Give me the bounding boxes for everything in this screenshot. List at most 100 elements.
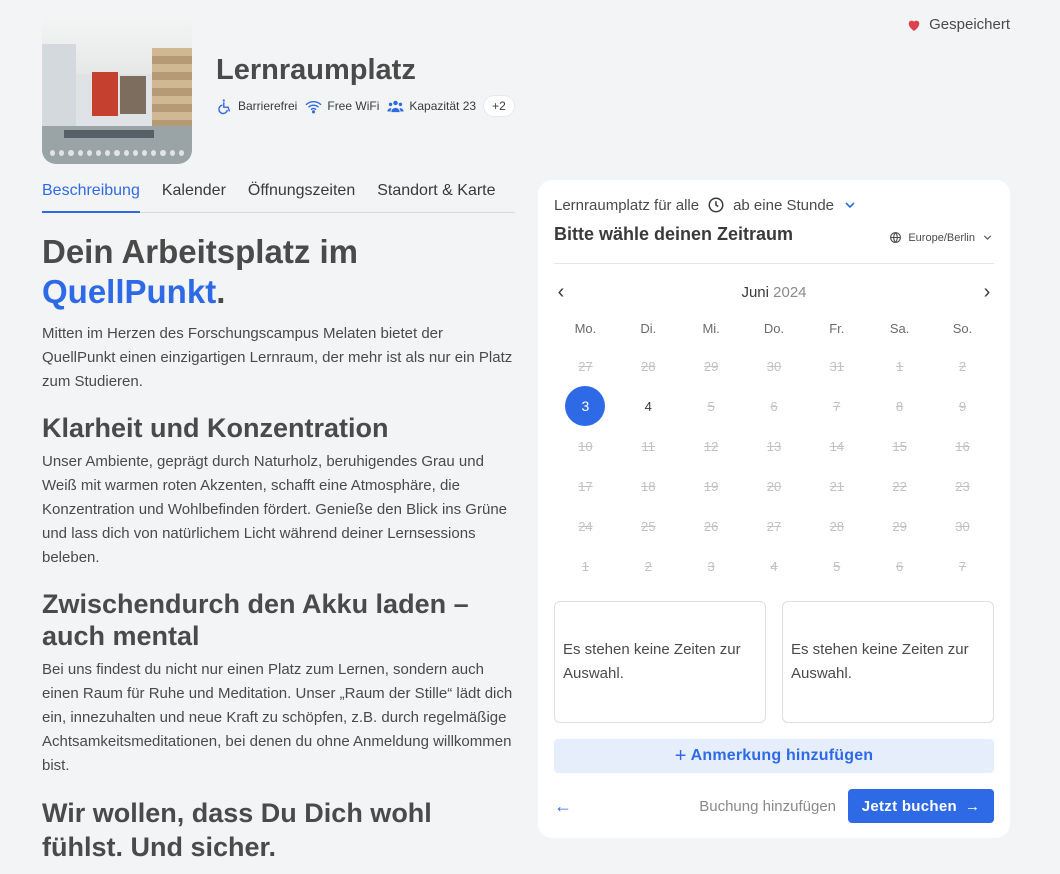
main-heading: Dein Arbeitsplatz im QuellPunkt. bbox=[42, 233, 358, 310]
timezone-selector[interactable]: Europe/Berlin bbox=[889, 231, 994, 244]
section-paragraph-recharge: Bei uns findest du nicht nur einen Platz… bbox=[42, 661, 513, 774]
weekday-header: Mi. bbox=[702, 321, 720, 336]
calendar-day: 17 bbox=[578, 478, 593, 494]
plus-icon: + bbox=[674, 744, 687, 767]
feature-capacity: Kapazität 23 bbox=[387, 98, 476, 115]
calendar-day: 30 bbox=[766, 358, 782, 374]
clock-icon bbox=[708, 197, 724, 213]
calendar-day: 8 bbox=[896, 398, 904, 414]
calendar-day: 22 bbox=[892, 478, 907, 494]
calendar-day: 15 bbox=[892, 438, 907, 454]
offer-selector[interactable]: Lernraumplatz für alle ab eine Stunde bbox=[554, 196, 858, 214]
calendar-day: 31 bbox=[829, 358, 845, 374]
section-paragraph-clarity: Unser Ambiente, geprägt durch Naturholz,… bbox=[42, 453, 507, 566]
time-slot-panel: Es stehen keine Zeiten zur Auswahl. bbox=[554, 601, 766, 723]
tab-calendar[interactable]: Kalender bbox=[162, 182, 226, 213]
calendar-day: 6 bbox=[896, 558, 904, 574]
calendar-day: 14 bbox=[829, 438, 845, 454]
tab-bar: Beschreibung Kalender Öffnungszeiten Sta… bbox=[42, 182, 515, 213]
weekday-header: Do. bbox=[763, 321, 785, 336]
calendar-day: 16 bbox=[955, 438, 970, 454]
weekday-header: Fr. bbox=[829, 321, 845, 336]
calendar-day: 7 bbox=[958, 558, 967, 574]
calendar-day: 23 bbox=[955, 478, 970, 494]
calendar-day: 9 bbox=[958, 398, 967, 414]
calendar-day: 27 bbox=[766, 518, 782, 534]
timezone-label: Europe/Berlin bbox=[908, 231, 975, 244]
calendar-day: 28 bbox=[641, 358, 656, 374]
heart-icon bbox=[908, 20, 920, 31]
tab-description[interactable]: Beschreibung bbox=[42, 182, 140, 213]
intro-paragraph: Mitten im Herzen des Forschungscampus Me… bbox=[42, 325, 513, 390]
more-features-badge[interactable]: +2 bbox=[484, 96, 514, 116]
calendar-day[interactable]: 3 bbox=[554, 386, 617, 426]
time-slot-panel: Es stehen keine Zeiten zur Auswahl. bbox=[782, 601, 994, 723]
page-title: Lernraumplatz bbox=[216, 54, 416, 86]
calendar-day: 7 bbox=[833, 398, 841, 414]
feature-wifi: Free WiFi bbox=[305, 98, 379, 115]
booking-footer: ← Buchung hinzufügen Jetzt buchen → bbox=[554, 789, 994, 823]
calendar-day: 18 bbox=[641, 478, 656, 494]
booking-subtitle: Bitte wähle deinen Zeitraum bbox=[554, 224, 794, 244]
saved-label: Gespeichert bbox=[929, 16, 1010, 33]
feature-accessible: Barrierefrei bbox=[216, 98, 297, 115]
selected-day-marker: 3 bbox=[565, 386, 606, 426]
calendar-day: 12 bbox=[703, 438, 719, 454]
booking-card: Lernraumplatz für alle ab eine Stunde Bi… bbox=[538, 180, 1010, 838]
calendar-day: 2 bbox=[958, 358, 967, 374]
calendar-day: 27 bbox=[578, 358, 593, 374]
calendar-day: 11 bbox=[641, 438, 656, 454]
calendar-day: 20 bbox=[766, 478, 782, 494]
calendar-day: 25 bbox=[641, 518, 656, 534]
chevron-down-icon bbox=[983, 235, 992, 240]
calendar-day: 3 bbox=[707, 558, 715, 574]
calendar-grid: Mo. Di. Mi. Do. Fr. Sa. So. 27 28 29 30 31 1 2 3 4 5 6 7 8 9… bbox=[554, 320, 994, 586]
gallery-dots bbox=[49, 150, 185, 156]
tab-opening-hours[interactable]: Öffnungszeiten bbox=[248, 182, 355, 213]
globe-icon bbox=[890, 232, 902, 243]
prev-month-button[interactable]: ‹ bbox=[554, 281, 568, 304]
description-content: Dein Arbeitsplatz im QuellPunkt. Mitten … bbox=[42, 232, 518, 864]
users-icon bbox=[387, 100, 405, 112]
calendar-day: 29 bbox=[892, 518, 907, 534]
time-slots: Es stehen keine Zeiten zur Auswahl. Es s… bbox=[554, 601, 994, 723]
calendar-day: 13 bbox=[766, 438, 782, 454]
calendar-day: 26 bbox=[703, 518, 719, 534]
calendar-day: 1 bbox=[581, 558, 590, 574]
section-heading-recharge: Zwischendurch den Akku laden – auch ment… bbox=[42, 589, 469, 651]
room-thumbnail[interactable] bbox=[42, 14, 192, 164]
calendar-day: 1 bbox=[896, 358, 904, 374]
calendar-day: 29 bbox=[703, 358, 719, 374]
arrow-left-icon[interactable]: ← bbox=[554, 796, 572, 817]
calendar-day: 19 bbox=[703, 478, 719, 494]
section-heading-clarity: Klarheit und Konzentration bbox=[42, 413, 389, 443]
calendar-day: 2 bbox=[644, 558, 652, 574]
add-note-button[interactable]: + Anmerkung hinzufügen bbox=[554, 739, 994, 773]
chevron-down-icon[interactable] bbox=[842, 197, 858, 213]
calendar-day: 28 bbox=[829, 518, 845, 534]
tab-location-map[interactable]: Standort & Karte bbox=[377, 182, 495, 213]
offer-label: Lernraumplatz für alle bbox=[554, 196, 700, 214]
month-navigation: ‹ Juni 2024 › bbox=[554, 281, 994, 304]
wifi-icon bbox=[306, 100, 322, 113]
saved-toggle[interactable]: Gespeichert bbox=[906, 16, 1010, 33]
calendar-day: 6 bbox=[770, 398, 778, 414]
heading-highlight: QuellPunkt bbox=[42, 273, 217, 310]
weekday-header: Mo. bbox=[574, 321, 597, 336]
calendar-day: 4 bbox=[770, 558, 778, 574]
arrow-right-icon: → bbox=[964, 797, 981, 815]
calendar-day: 10 bbox=[578, 438, 593, 454]
section-heading-safety: Wir wollen, dass Du Dich wohl fühlst. Un… bbox=[42, 798, 432, 862]
calendar-day: 30 bbox=[955, 518, 970, 534]
weekday-header: Di. bbox=[640, 321, 657, 336]
calendar-day: 21 bbox=[829, 478, 845, 494]
duration-label: ab eine Stunde bbox=[733, 196, 834, 214]
next-month-button[interactable]: › bbox=[980, 281, 994, 304]
calendar-day: 24 bbox=[578, 518, 593, 534]
divider bbox=[554, 263, 994, 264]
calendar-day: 5 bbox=[833, 558, 841, 574]
book-now-button[interactable]: Jetzt buchen → bbox=[848, 789, 994, 823]
calendar-day[interactable]: 4 bbox=[617, 386, 680, 426]
add-booking-button[interactable]: Buchung hinzufügen bbox=[699, 798, 836, 815]
feature-list: Barrierefrei Free WiFi Kapazität 23 +2 bbox=[216, 96, 514, 116]
